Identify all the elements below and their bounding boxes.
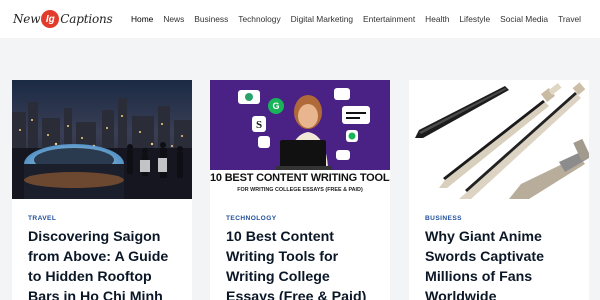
article-title[interactable]: Why Giant Anime Swords Captivate Million… (425, 227, 580, 300)
nav-item-social-media[interactable]: Social Media (500, 13, 548, 27)
svg-text:G: G (272, 101, 279, 111)
article-thumbnail[interactable] (12, 80, 192, 199)
nav-item-home[interactable]: Home (131, 13, 153, 27)
logo-text-right: Captions (60, 12, 113, 26)
thumb-subheading: FOR WRITING COLLEGE ESSAYS (FREE & PAID) (237, 187, 363, 193)
svg-text:S: S (256, 119, 262, 131)
thumb-heading: 10 BEST CONTENT WRITING TOOLS (210, 172, 390, 184)
article-title[interactable]: Discovering Saigon from Above: A Guide t… (28, 227, 183, 300)
site-header: New Ig Captions Home News Business Techn… (0, 0, 600, 38)
nav-item-travel[interactable]: Travel (558, 13, 581, 27)
nav-item-technology[interactable]: Technology (238, 13, 280, 27)
article-category[interactable]: TECHNOLOGY (226, 215, 277, 222)
main-nav: Home News Business Technology Digital Ma… (131, 13, 591, 27)
nav-item-health[interactable]: Health (425, 13, 449, 27)
article-card[interactable]: TRAVEL Discovering Saigon from Above: A … (12, 80, 192, 300)
article-card[interactable]: BUSINESS Why Giant Anime Swords Captivat… (409, 80, 589, 300)
article-thumbnail[interactable]: G S 10 BEST CONTENT WRITING TOOLS FOR WR… (210, 80, 390, 199)
article-thumbnail[interactable] (409, 80, 589, 199)
article-category[interactable]: TRAVEL (28, 215, 56, 222)
anime-swords-image (409, 80, 589, 199)
logo-text-left: New (13, 12, 41, 26)
nav-item-business[interactable]: Business (194, 13, 228, 27)
nav-item-news[interactable]: News (163, 13, 184, 27)
nav-item-digital-marketing[interactable]: Digital Marketing (291, 13, 353, 27)
nav-item-lifestyle[interactable]: Lifestyle (459, 13, 490, 27)
site-logo[interactable]: New Ig Captions (13, 9, 113, 29)
nav-item-entertainment[interactable]: Entertainment (363, 13, 415, 27)
article-category[interactable]: BUSINESS (425, 215, 462, 222)
rooftop-city-image (12, 80, 192, 199)
logo-badge: Ig (41, 10, 60, 28)
article-card[interactable]: G S 10 BEST CONTENT WRITING TOOLS FOR WR… (210, 80, 390, 300)
article-title[interactable]: 10 Best Content Writing Tools for Writin… (226, 227, 381, 300)
